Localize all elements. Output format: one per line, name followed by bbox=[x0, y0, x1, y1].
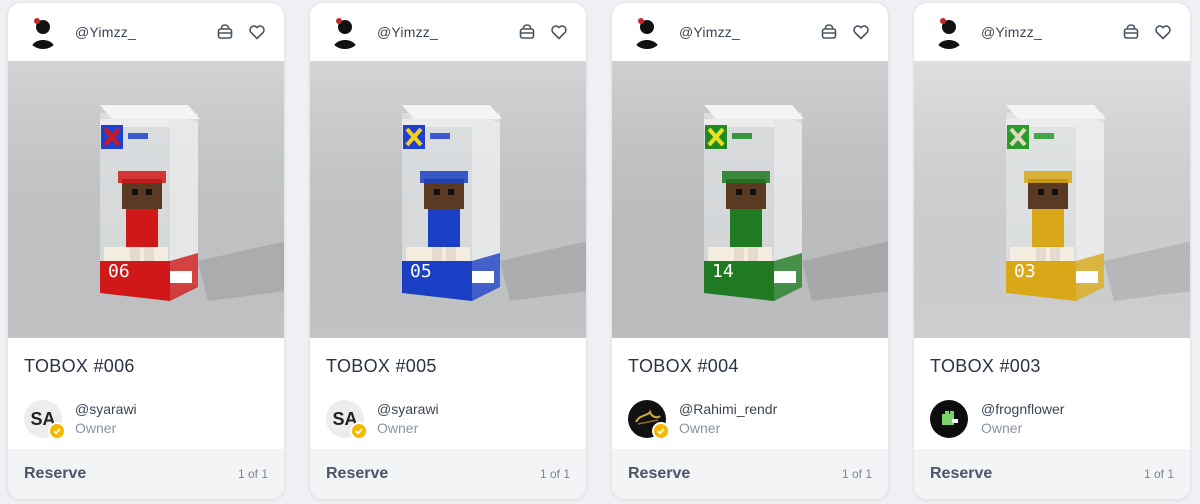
heart-icon[interactable] bbox=[246, 21, 268, 43]
nft-image[interactable]: 06 bbox=[8, 61, 284, 338]
nft-image[interactable]: 05 bbox=[310, 61, 586, 338]
nft-card-4[interactable]: @Yimzz_ 03 TOBOX #003 @frognflower Owner… bbox=[913, 2, 1191, 500]
tobox-render: 03 bbox=[914, 61, 1190, 338]
owner-row: SA @syarawi Owner bbox=[326, 398, 439, 440]
owner-handle[interactable]: @syarawi bbox=[75, 400, 137, 419]
owner-avatar-image bbox=[930, 400, 968, 438]
card-footer: Reserve 1 of 1 bbox=[612, 449, 888, 499]
svg-text:06: 06 bbox=[108, 261, 130, 282]
nft-card-1[interactable]: @Yimzz_ 06 TOBOX #006 SA @syarawi Owner … bbox=[7, 2, 285, 500]
reserve-button[interactable]: Reserve bbox=[326, 465, 388, 483]
svg-text:05: 05 bbox=[410, 261, 432, 282]
owner-handle[interactable]: @frognflower bbox=[981, 400, 1064, 419]
creator-avatar[interactable] bbox=[932, 15, 966, 49]
card-footer: Reserve 1 of 1 bbox=[8, 449, 284, 499]
reserve-button[interactable]: Reserve bbox=[930, 465, 992, 483]
creator-avatar[interactable] bbox=[26, 15, 60, 49]
creator-avatar[interactable] bbox=[630, 15, 664, 49]
owner-avatar[interactable] bbox=[628, 400, 670, 440]
heart-icon[interactable] bbox=[850, 21, 872, 43]
creator-handle[interactable]: @Yimzz_ bbox=[377, 24, 506, 40]
nft-card-2[interactable]: @Yimzz_ 05 TOBOX #005 SA @syarawi Owner … bbox=[309, 2, 587, 500]
edition-count: 1 of 1 bbox=[1143, 467, 1174, 481]
owner-row: @Rahimi_rendr Owner bbox=[628, 398, 777, 440]
owner-avatar[interactable]: SA bbox=[326, 400, 368, 440]
card-header: @Yimzz_ bbox=[612, 3, 888, 61]
creator-handle[interactable]: @Yimzz_ bbox=[75, 24, 204, 40]
owner-handle[interactable]: @syarawi bbox=[377, 400, 439, 419]
nft-image[interactable]: 14 bbox=[612, 61, 888, 338]
card-title[interactable]: TOBOX #006 bbox=[24, 356, 135, 377]
card-header: @Yimzz_ bbox=[8, 3, 284, 61]
nft-card-grid: @Yimzz_ 06 TOBOX #006 SA @syarawi Owner … bbox=[0, 0, 1200, 504]
edition-count: 1 of 1 bbox=[539, 467, 570, 481]
reserve-button[interactable]: Reserve bbox=[24, 465, 86, 483]
heart-icon[interactable] bbox=[548, 21, 570, 43]
owner-role-label: Owner bbox=[981, 420, 1023, 436]
owner-handle[interactable]: @Rahimi_rendr bbox=[679, 400, 777, 419]
nft-image[interactable]: 03 bbox=[914, 61, 1190, 338]
check-badge-icon bbox=[350, 422, 368, 440]
owner-role-label: Owner bbox=[377, 420, 419, 436]
creator-handle[interactable]: @Yimzz_ bbox=[679, 24, 808, 40]
check-badge-icon bbox=[652, 422, 670, 440]
tobox-render: 14 bbox=[612, 61, 888, 338]
reserve-button[interactable]: Reserve bbox=[628, 465, 690, 483]
owner-row: SA @syarawi Owner bbox=[24, 398, 137, 440]
bag-icon[interactable] bbox=[214, 21, 236, 43]
card-footer: Reserve 1 of 1 bbox=[310, 449, 586, 499]
creator-avatar[interactable] bbox=[328, 15, 362, 49]
card-header: @Yimzz_ bbox=[310, 3, 586, 61]
card-header: @Yimzz_ bbox=[914, 3, 1190, 61]
owner-role-label: Owner bbox=[679, 420, 721, 436]
bag-icon[interactable] bbox=[516, 21, 538, 43]
nft-card-3[interactable]: @Yimzz_ 14 TOBOX #004 @Rahimi_rendr Owne… bbox=[611, 2, 889, 500]
owner-avatar[interactable]: SA bbox=[24, 400, 66, 440]
svg-text:14: 14 bbox=[712, 261, 734, 282]
owner-row: @frognflower Owner bbox=[930, 398, 1064, 440]
heart-icon[interactable] bbox=[1152, 21, 1174, 43]
bag-icon[interactable] bbox=[1120, 21, 1142, 43]
check-badge-icon bbox=[48, 422, 66, 440]
creator-handle[interactable]: @Yimzz_ bbox=[981, 24, 1110, 40]
bag-icon[interactable] bbox=[818, 21, 840, 43]
tobox-render: 06 bbox=[8, 61, 284, 338]
card-title[interactable]: TOBOX #005 bbox=[326, 356, 437, 377]
card-footer: Reserve 1 of 1 bbox=[914, 449, 1190, 499]
card-title[interactable]: TOBOX #004 bbox=[628, 356, 739, 377]
edition-count: 1 of 1 bbox=[841, 467, 872, 481]
tobox-render: 05 bbox=[310, 61, 586, 338]
owner-role-label: Owner bbox=[75, 420, 117, 436]
edition-count: 1 of 1 bbox=[237, 467, 268, 481]
owner-avatar[interactable] bbox=[930, 400, 968, 438]
svg-text:03: 03 bbox=[1014, 261, 1036, 282]
card-title[interactable]: TOBOX #003 bbox=[930, 356, 1041, 377]
